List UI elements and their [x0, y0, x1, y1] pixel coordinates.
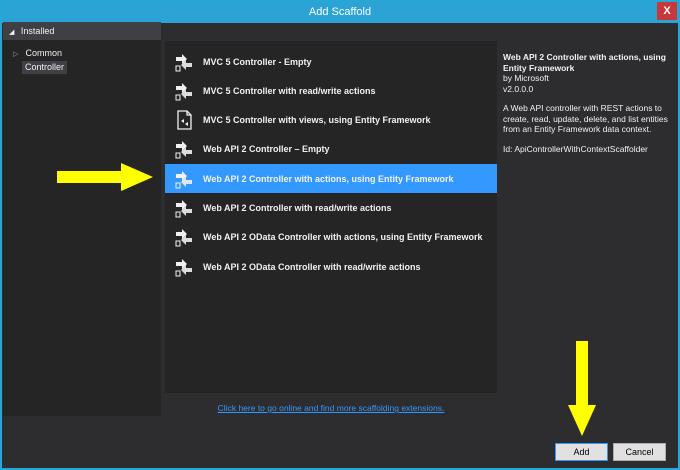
scaffold-item[interactable]: Web API 2 Controller – Empty	[165, 135, 497, 164]
scaffold-item[interactable]: MVC 5 Controller - Empty	[165, 47, 497, 76]
scaffold-item-label: MVC 5 Controller - Empty	[203, 56, 312, 67]
scaffold-item[interactable]: Web API 2 Controller with actions, using…	[165, 164, 497, 194]
scaffold-arrows-icon	[175, 170, 192, 189]
scaffold-item-label: Web API 2 OData Controller with actions,…	[203, 232, 483, 243]
tree-item-label: Controller	[25, 62, 65, 72]
scaffold-arrows-icon	[175, 82, 192, 101]
tree-item-label: Common	[25, 48, 63, 58]
details-author: by Microsoft	[503, 73, 549, 83]
tree-item-controller[interactable]: Controller	[22, 61, 68, 74]
details-version: v2.0.0.0	[503, 83, 534, 94]
close-button[interactable]: X	[657, 2, 677, 20]
scaffold-item-label: Web API 2 OData Controller with read/wri…	[203, 261, 421, 272]
scaffold-item-label: Web API 2 Controller with actions, using…	[203, 173, 454, 184]
scaffold-item-label: Web API 2 Controller – Empty	[203, 144, 330, 155]
tree-item-common[interactable]: ▷ Common	[13, 46, 161, 60]
category-panel	[3, 40, 161, 416]
installed-label: Installed	[20, 26, 55, 36]
scaffold-list: MVC 5 Controller - Empty MVC 5 Controller…	[165, 41, 497, 393]
details-description-line2: create, read, update, delete, and list e…	[503, 113, 668, 124]
scaffold-page-icon	[177, 110, 192, 130]
scaffold-arrows-icon	[175, 53, 192, 71]
online-extensions-link[interactable]: Click here to go online and find more sc…	[165, 403, 497, 413]
dialog-title: Add Scaffold	[308, 6, 372, 18]
scaffold-item-label: MVC 5 Controller with views, using Entit…	[203, 115, 431, 126]
scaffold-arrows-icon	[175, 229, 192, 247]
scaffold-item-label: MVC 5 Controller with read/write actions	[203, 85, 376, 96]
category-tree: ▷ Common Controller	[13, 46, 161, 74]
details-id: Id: ApiControllerWithContextScaffolder	[503, 143, 648, 154]
scaffold-item[interactable]: Web API 2 OData Controller with actions,…	[165, 223, 497, 252]
scaffold-item[interactable]: Web API 2 Controller with read/write act…	[165, 194, 497, 223]
details-title-line1: Web API 2 Controller with actions, using	[503, 52, 666, 62]
scaffold-details: Web API 2 Controller with actions, using…	[503, 52, 671, 154]
collapse-triangle-icon: ◢	[9, 29, 15, 36]
scaffold-item[interactable]: Web API 2 OData Controller with read/wri…	[165, 252, 497, 281]
scaffold-item[interactable]: MVC 5 Controller with views, using Entit…	[165, 106, 497, 135]
close-icon: X	[663, 5, 671, 17]
details-title-line2: Entity Framework	[503, 62, 575, 73]
details-description-line1: A Web API controller with REST actions t…	[503, 103, 662, 113]
scaffold-item-label: Web API 2 Controller with read/write act…	[203, 203, 392, 213]
title-bar: Add Scaffold X	[2, 2, 678, 23]
scaffold-arrows-icon	[175, 200, 192, 218]
cancel-button[interactable]: Cancel	[613, 443, 666, 461]
details-description-line3: from an Entity Framework data context.	[503, 124, 652, 134]
scaffold-item[interactable]: MVC 5 Controller with read/write actions	[165, 76, 497, 105]
annotation-arrow-down-icon	[568, 341, 596, 436]
annotation-arrow-right-icon	[57, 163, 153, 191]
scaffold-arrows-icon	[175, 141, 192, 159]
expand-triangle-icon[interactable]: ▷	[13, 48, 23, 62]
add-button[interactable]: Add	[555, 443, 608, 461]
installed-header[interactable]: ◢ Installed	[3, 22, 161, 40]
scaffold-arrows-icon	[175, 258, 192, 277]
